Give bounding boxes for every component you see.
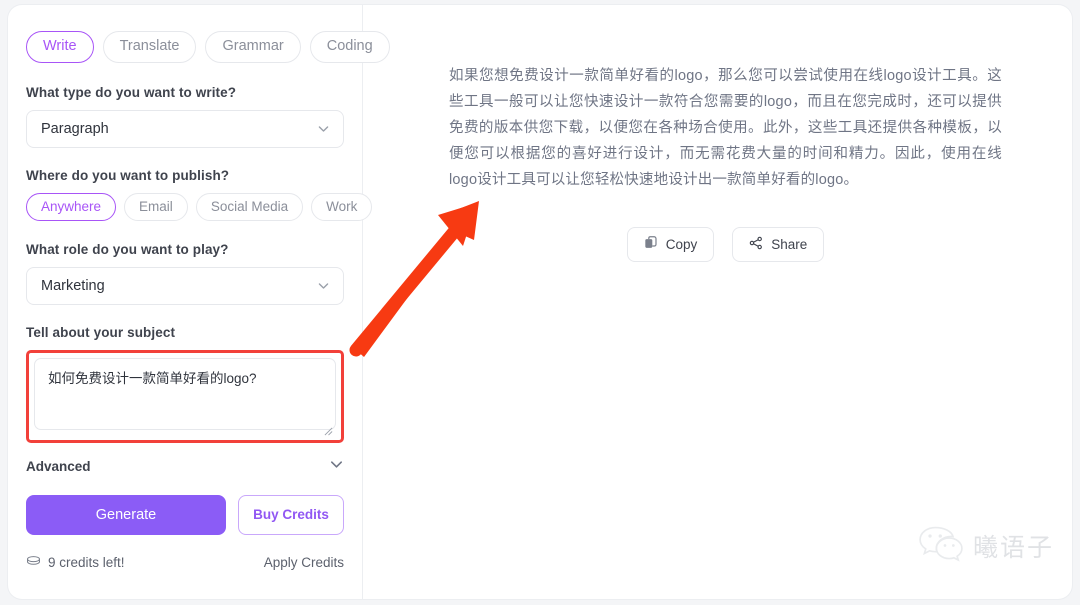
chevron-down-icon bbox=[329, 457, 344, 477]
copy-label: Copy bbox=[665, 237, 698, 252]
chevron-down-icon bbox=[317, 122, 330, 135]
write-type-select[interactable]: Paragraph bbox=[26, 109, 344, 148]
generate-button[interactable]: Generate bbox=[26, 494, 226, 535]
credits-left-group: 9 credits left! bbox=[26, 555, 125, 570]
credits-left-label: 9 credits left! bbox=[48, 554, 125, 570]
write-type-label: What type do you want to write? bbox=[26, 84, 237, 100]
tab-translate[interactable]: Translate bbox=[102, 31, 197, 63]
wechat-icon bbox=[918, 524, 964, 567]
copy-button[interactable]: Copy bbox=[626, 227, 715, 262]
credits-row: 9 credits left! Apply Credits bbox=[26, 555, 344, 570]
right-panel: 如果您想免费设计一款简单好看的logo，那么您可以尝试使用在线logo设计工具。… bbox=[363, 5, 1072, 599]
publish-option-email[interactable]: Email bbox=[124, 192, 188, 221]
watermark-text: 曦语子 bbox=[972, 532, 1054, 562]
publish-label: Where do you want to publish? bbox=[26, 167, 230, 183]
action-button-row: Generate Buy Credits bbox=[26, 494, 344, 535]
result-action-row: Copy Share bbox=[449, 227, 1002, 262]
publish-option-anywhere[interactable]: Anywhere bbox=[26, 192, 117, 221]
tab-grammar[interactable]: Grammar bbox=[205, 31, 301, 63]
coins-icon bbox=[26, 555, 41, 570]
app-window: Write Translate Grammar Coding What type… bbox=[8, 5, 1072, 599]
subject-input[interactable] bbox=[34, 357, 336, 430]
buy-credits-button[interactable]: Buy Credits bbox=[238, 494, 344, 535]
write-type-value: Paragraph bbox=[41, 120, 109, 137]
role-select[interactable]: Marketing bbox=[26, 266, 344, 305]
subject-highlight-box bbox=[26, 349, 344, 443]
mode-tab-row: Write Translate Grammar Coding bbox=[26, 31, 390, 63]
publish-option-social-media[interactable]: Social Media bbox=[195, 192, 304, 221]
left-panel: Write Translate Grammar Coding What type… bbox=[8, 5, 390, 599]
advanced-label: Advanced bbox=[26, 459, 91, 475]
share-icon bbox=[749, 236, 763, 253]
advanced-toggle[interactable]: Advanced bbox=[26, 457, 344, 477]
share-label: Share bbox=[771, 237, 808, 252]
role-value: Marketing bbox=[41, 277, 105, 294]
apply-credits-link[interactable]: Apply Credits bbox=[264, 555, 344, 570]
role-label: What role do you want to play? bbox=[26, 241, 229, 257]
tab-write[interactable]: Write bbox=[26, 31, 94, 63]
share-button[interactable]: Share bbox=[732, 227, 825, 262]
copy-icon bbox=[644, 236, 658, 253]
publish-option-row: Anywhere Email Social Media Work bbox=[26, 192, 373, 221]
generated-result-text: 如果您想免费设计一款简单好看的logo，那么您可以尝试使用在线logo设计工具。… bbox=[449, 68, 1002, 188]
chevron-down-icon bbox=[317, 279, 330, 292]
subject-label: Tell about your subject bbox=[26, 324, 176, 340]
watermark: 曦语子 bbox=[918, 524, 1054, 567]
